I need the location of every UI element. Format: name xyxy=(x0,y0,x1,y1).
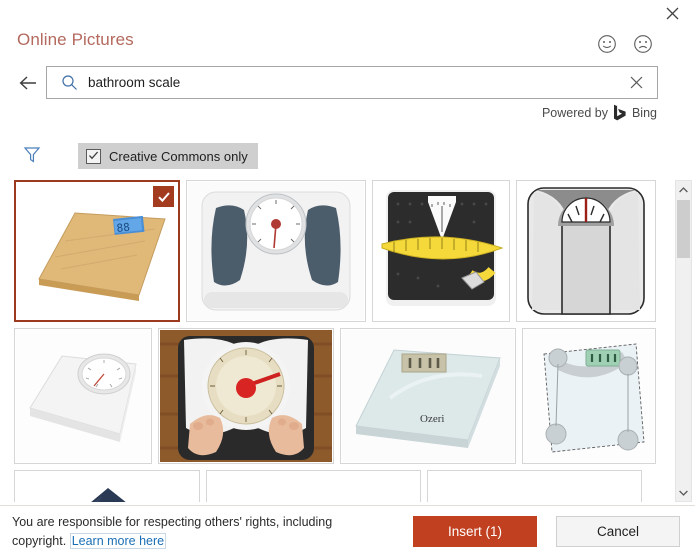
thumbnail-image-vector-scale xyxy=(517,181,655,321)
scroll-up-button[interactable] xyxy=(676,181,691,198)
result-thumbnail[interactable] xyxy=(14,470,200,502)
page-title: Online Pictures xyxy=(17,30,134,49)
copyright-notice-line1: You are responsible for respecting other… xyxy=(12,515,333,529)
results-row: Ozeri xyxy=(14,328,666,464)
filter-row: Creative Commons only xyxy=(0,143,695,171)
thumbnail-image-glass-clear xyxy=(523,329,655,463)
close-button[interactable] xyxy=(650,0,695,26)
result-thumbnail[interactable] xyxy=(522,328,656,464)
feedback-icon-group xyxy=(597,34,653,54)
copyright-notice: You are responsible for respecting other… xyxy=(12,513,402,551)
result-thumbnail[interactable] xyxy=(372,180,510,322)
thumbnail-image-white-dial xyxy=(187,181,365,321)
happy-face-icon[interactable] xyxy=(597,34,617,54)
scrollbar-thumb[interactable] xyxy=(677,200,690,258)
result-thumbnail[interactable] xyxy=(206,470,421,502)
result-thumbnail[interactable]: 88 xyxy=(14,180,180,322)
chevron-down-icon xyxy=(679,490,688,496)
selected-check-badge xyxy=(153,186,174,207)
sad-face-icon[interactable] xyxy=(633,34,653,54)
insert-button[interactable]: Insert (1) xyxy=(413,516,537,547)
result-thumbnail[interactable] xyxy=(186,180,366,322)
powered-by-attribution: Powered by Bing xyxy=(542,104,657,121)
bing-label: Bing xyxy=(631,105,657,120)
svg-text:88: 88 xyxy=(116,221,131,235)
result-thumbnail[interactable] xyxy=(14,328,152,464)
scroll-down-button[interactable] xyxy=(676,484,691,501)
result-thumbnail[interactable] xyxy=(427,470,642,502)
thumbnail-image-white-partial xyxy=(207,471,420,502)
svg-text:Ozeri: Ozeri xyxy=(420,413,444,425)
dialog-header: Online Pictures xyxy=(0,30,695,62)
results-row xyxy=(14,470,666,502)
thumbnail-image-tape-scale xyxy=(373,181,509,321)
checkmark-icon xyxy=(89,151,99,159)
creative-commons-label: Creative Commons only xyxy=(109,148,248,164)
copyright-notice-line2: copyright. xyxy=(12,534,67,548)
thumbnail-image-feet-scale xyxy=(159,329,333,463)
result-thumbnail[interactable]: Ozeri xyxy=(340,328,516,464)
clear-search-button[interactable] xyxy=(621,76,651,89)
thumbnail-image-navy-partial xyxy=(15,471,199,502)
cancel-button[interactable]: Cancel xyxy=(556,516,680,547)
chevron-up-icon xyxy=(679,186,688,192)
check-icon xyxy=(157,191,170,202)
search-input[interactable] xyxy=(88,75,621,90)
back-arrow-icon[interactable] xyxy=(16,71,40,95)
thumbnail-image-glass-blue: Ozeri xyxy=(341,329,515,463)
powered-by-label: Powered by xyxy=(541,105,608,120)
result-thumbnail[interactable] xyxy=(158,328,334,464)
title-bar xyxy=(0,0,695,26)
learn-more-link[interactable]: Learn more here xyxy=(69,533,167,549)
dialog-footer: You are responsible for respecting other… xyxy=(0,505,695,558)
creative-commons-filter[interactable]: Creative Commons only xyxy=(78,143,258,169)
results-scrollbar[interactable] xyxy=(675,180,692,502)
search-icon xyxy=(62,75,77,90)
result-thumbnail[interactable] xyxy=(516,180,656,322)
results-grid: 88 Ozeri xyxy=(14,180,666,502)
search-box[interactable] xyxy=(46,66,658,99)
bing-logo-icon xyxy=(613,104,626,121)
close-icon xyxy=(666,7,679,19)
clear-icon xyxy=(630,76,642,89)
creative-commons-checkbox[interactable] xyxy=(86,148,101,164)
search-row xyxy=(0,66,695,100)
results-row: 88 xyxy=(14,180,666,322)
thumbnail-image-grey-partial xyxy=(428,471,641,502)
thumbnail-image-white-angle xyxy=(15,329,151,463)
funnel-icon[interactable] xyxy=(23,146,41,164)
